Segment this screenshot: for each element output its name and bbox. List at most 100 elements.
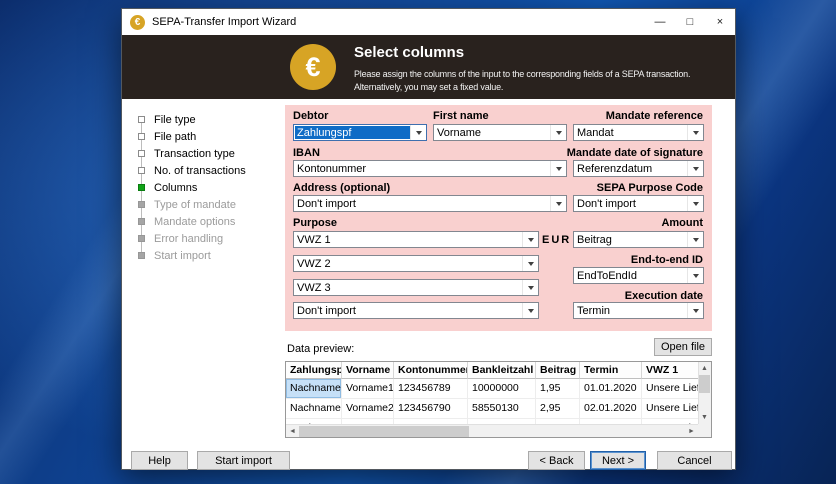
- vertical-scroll-thumb[interactable]: [699, 375, 710, 393]
- step-done-icon: [138, 150, 145, 157]
- column-header[interactable]: Beitrag: [536, 362, 580, 379]
- open-file-button[interactable]: Open file: [654, 338, 712, 356]
- step-current-icon: [138, 184, 145, 191]
- purpose-3-combobox[interactable]: VWZ 3: [293, 279, 539, 296]
- step-pending-icon: [138, 218, 145, 225]
- table-cell[interactable]: Vorname2: [342, 399, 394, 419]
- chevron-down-icon[interactable]: [522, 232, 538, 247]
- end-to-end-id-combobox[interactable]: EndToEndId: [573, 267, 704, 284]
- iban-label: IBAN: [293, 147, 320, 159]
- chevron-down-icon[interactable]: [522, 256, 538, 271]
- sidebar-step-type-of-mandate: Type of mandate: [138, 196, 246, 213]
- mandate-reference-combobox[interactable]: Mandat: [573, 124, 704, 141]
- chevron-down-icon[interactable]: [522, 303, 538, 318]
- wizard-step-list: File type File path Transaction type No.…: [138, 111, 246, 264]
- table-cell[interactable]: Nachname2: [286, 399, 342, 419]
- scroll-up-icon[interactable]: ▲: [698, 362, 711, 375]
- column-header[interactable]: VWZ 1: [642, 362, 698, 379]
- window-title: SEPA-Transfer Import Wizard: [152, 16, 297, 28]
- chevron-down-icon[interactable]: [687, 196, 703, 211]
- column-header[interactable]: Kontonummer: [394, 362, 468, 379]
- desktop-wallpaper: € SEPA-Transfer Import Wizard — □ × € Se…: [0, 0, 836, 484]
- horizontal-scrollbar[interactable]: ◄ ►: [286, 424, 698, 437]
- mandate-date-combobox[interactable]: Referenzdatum: [573, 160, 704, 177]
- sepa-purpose-code-label: SEPA Purpose Code: [596, 182, 703, 194]
- address-label: Address (optional): [293, 182, 391, 194]
- chevron-down-icon[interactable]: [687, 268, 703, 283]
- table-cell[interactable]: Unsere Lieferung: [642, 379, 698, 399]
- step-pending-icon: [138, 252, 145, 259]
- purpose-1-combobox[interactable]: VWZ 1: [293, 231, 539, 248]
- close-button[interactable]: ×: [705, 9, 735, 35]
- debtor-combobox[interactable]: Zahlungspf: [293, 124, 427, 141]
- mandate-date-label: Mandate date of signature: [566, 147, 703, 159]
- step-done-icon: [138, 133, 145, 140]
- start-import-button[interactable]: Start import: [197, 451, 290, 470]
- sepa-import-wizard-window: € SEPA-Transfer Import Wizard — □ × € Se…: [121, 8, 736, 470]
- step-done-icon: [138, 116, 145, 123]
- chevron-down-icon[interactable]: [550, 125, 566, 140]
- table-row: Nachname2 Vorname2 123456790 58550130 2,…: [286, 399, 698, 419]
- horizontal-scroll-thumb[interactable]: [299, 425, 469, 437]
- column-header[interactable]: Vorname: [342, 362, 394, 379]
- table-cell[interactable]: 123456790: [394, 399, 468, 419]
- table-cell[interactable]: 10000000: [468, 379, 536, 399]
- chevron-down-icon[interactable]: [550, 196, 566, 211]
- chevron-down-icon[interactable]: [687, 161, 703, 176]
- chevron-down-icon[interactable]: [687, 303, 703, 318]
- mandate-reference-label: Mandate reference: [605, 110, 703, 122]
- first-name-combobox[interactable]: Vorname: [433, 124, 567, 141]
- page-description-line1: Please assign the columns of the input t…: [354, 69, 691, 79]
- chevron-down-icon[interactable]: [687, 232, 703, 247]
- currency-label: EUR: [542, 234, 572, 246]
- address-combobox[interactable]: Don't import: [293, 195, 567, 212]
- page-title: Select columns: [354, 44, 465, 61]
- table-row: Nachname1 Vorname1 123456789 10000000 1,…: [286, 379, 698, 399]
- table-cell[interactable]: 02.01.2020: [580, 399, 642, 419]
- sidebar-step-start-import: Start import: [138, 247, 246, 264]
- purpose-2-combobox[interactable]: VWZ 2: [293, 255, 539, 272]
- table-cell[interactable]: Vorname1: [342, 379, 394, 399]
- chevron-down-icon[interactable]: [410, 125, 426, 140]
- next-button[interactable]: Next >: [590, 451, 646, 470]
- execution-date-label: Execution date: [624, 290, 703, 302]
- wizard-body: File type File path Transaction type No.…: [122, 99, 735, 470]
- scrollbar-corner: [698, 424, 711, 437]
- minimize-button[interactable]: —: [645, 9, 675, 35]
- purpose-label: Purpose: [293, 217, 338, 229]
- column-header[interactable]: Bankleitzahl: [468, 362, 536, 379]
- column-header[interactable]: Termin: [580, 362, 642, 379]
- execution-date-combobox[interactable]: Termin: [573, 302, 704, 319]
- table-cell[interactable]: 2,95: [536, 399, 580, 419]
- debtor-label: Debtor: [293, 110, 329, 122]
- scroll-down-icon[interactable]: ▼: [698, 411, 711, 424]
- cancel-button[interactable]: Cancel: [657, 451, 732, 470]
- amount-combobox[interactable]: Beitrag: [573, 231, 704, 248]
- iban-combobox[interactable]: Kontonummer: [293, 160, 567, 177]
- table-cell[interactable]: 58550130: [468, 399, 536, 419]
- scroll-left-icon[interactable]: ◄: [286, 425, 299, 438]
- page-description-line2: Alternatively, you may set a fixed value…: [354, 82, 504, 92]
- sepa-purpose-code-combobox[interactable]: Don't import: [573, 195, 704, 212]
- chevron-down-icon[interactable]: [522, 280, 538, 295]
- title-bar[interactable]: € SEPA-Transfer Import Wizard — □ ×: [122, 9, 735, 35]
- table-cell[interactable]: Unsere Lieferung: [642, 399, 698, 419]
- purpose-4-combobox[interactable]: Don't import: [293, 302, 539, 319]
- table-cell-selected[interactable]: Nachname1: [286, 379, 342, 399]
- chevron-down-icon[interactable]: [550, 161, 566, 176]
- maximize-button[interactable]: □: [675, 9, 705, 35]
- back-button[interactable]: < Back: [528, 451, 585, 470]
- sidebar-step-columns: Columns: [138, 179, 246, 196]
- sidebar-step-transaction-type: Transaction type: [138, 145, 246, 162]
- column-header[interactable]: Zahlungspf: [286, 362, 342, 379]
- help-button[interactable]: Help: [131, 451, 188, 470]
- column-mapping-panel: Debtor First name Mandate reference Zahl…: [285, 105, 712, 331]
- table-cell[interactable]: 01.01.2020: [580, 379, 642, 399]
- sidebar-step-no-of-transactions: No. of transactions: [138, 162, 246, 179]
- scroll-right-icon[interactable]: ►: [685, 425, 698, 438]
- chevron-down-icon[interactable]: [687, 125, 703, 140]
- vertical-scrollbar[interactable]: ▲ ▼: [698, 362, 711, 424]
- step-pending-icon: [138, 235, 145, 242]
- table-cell[interactable]: 1,95: [536, 379, 580, 399]
- table-cell[interactable]: 123456789: [394, 379, 468, 399]
